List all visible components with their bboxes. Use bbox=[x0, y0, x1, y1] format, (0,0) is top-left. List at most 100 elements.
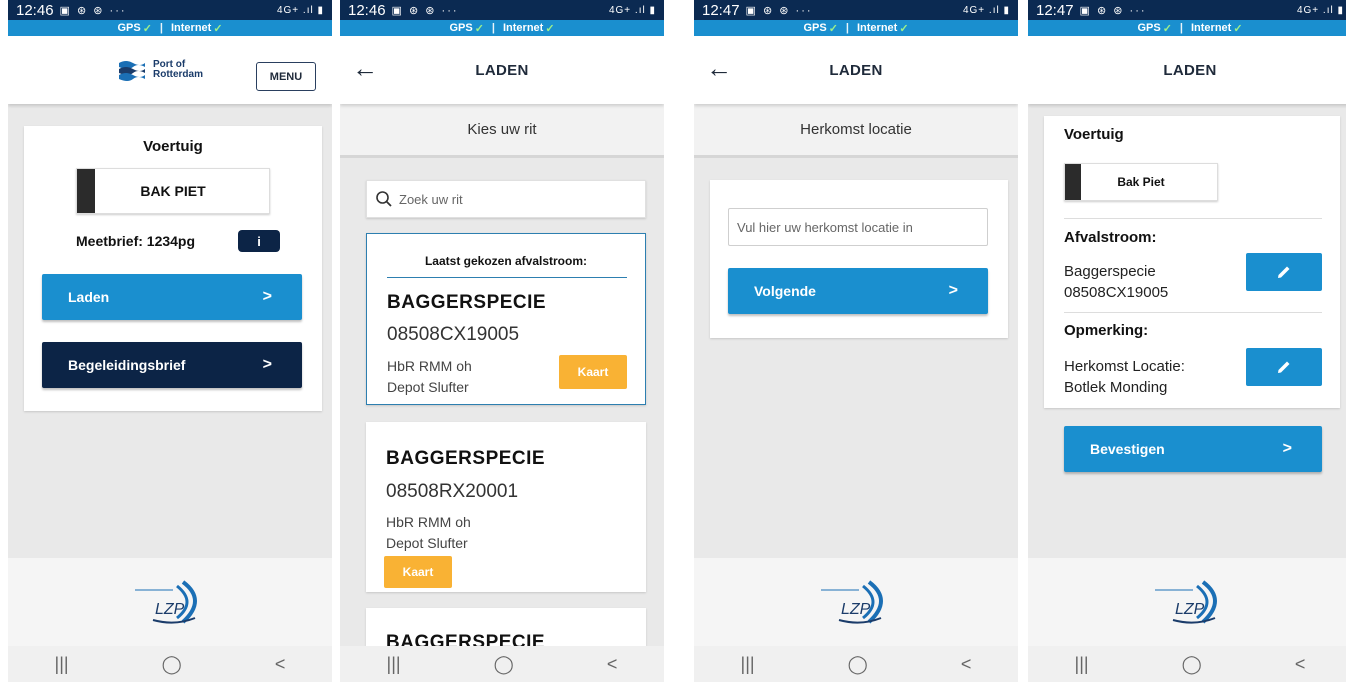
back-icon[interactable]: < bbox=[961, 654, 972, 675]
ride-destination: Depot Slufter bbox=[387, 379, 469, 395]
home-icon[interactable]: ◯ bbox=[494, 654, 514, 675]
page-title: LADEN bbox=[1163, 61, 1217, 79]
begeleidingsbrief-button[interactable]: Begeleidingsbrief > bbox=[42, 342, 302, 388]
ride-type: BAGGERSPECIE bbox=[386, 448, 546, 469]
recent-apps-icon[interactable]: ||| bbox=[741, 654, 755, 675]
vehicle-heading: Voertuig bbox=[1064, 126, 1124, 143]
phone-screen-home: 12:46 ▣ ⊛ ⊛ ··· 4G+ .ıl ▮ GPS ✓ | Interne… bbox=[8, 0, 332, 682]
footer: LZP bbox=[8, 558, 332, 646]
ride-origin: HbR RMM oh bbox=[387, 358, 472, 374]
lzp-logo: LZP bbox=[821, 580, 883, 624]
screenshot-collage: 12:46 ▣ ⊛ ⊛ ··· 4G+ .ıl ▮ GPS ✓ | Interne… bbox=[0, 0, 1346, 682]
android-nav-bar: ||| ◯ < bbox=[8, 646, 332, 682]
ride-card[interactable]: BAGGERSPECIE 08508RX20001 HbR RMM oh Dep… bbox=[366, 422, 646, 592]
volgende-button[interactable]: Volgende > bbox=[728, 268, 988, 314]
home-icon[interactable]: ◯ bbox=[162, 654, 182, 675]
back-icon[interactable]: < bbox=[275, 654, 286, 675]
status-time: 12:46 bbox=[16, 1, 54, 19]
pencil-icon bbox=[1278, 361, 1290, 373]
vehicle-name: Bak Piet bbox=[1117, 175, 1165, 189]
recent-apps-icon[interactable]: ||| bbox=[1075, 654, 1089, 675]
back-arrow-icon[interactable]: ← bbox=[352, 55, 378, 81]
meetbrief-text: Meetbrief: 1234pg bbox=[76, 233, 196, 249]
ride-card-last-chosen[interactable]: Laatst gekozen afvalstroom: BAGGERSPECIE… bbox=[366, 233, 646, 405]
page-title: LADEN bbox=[829, 61, 883, 79]
status-bar: 12:46 ▣ ⊛ ⊛ ··· 4G+ .ıl ▮ GPS ✓ | Interne… bbox=[340, 0, 664, 36]
vehicle-color-bar bbox=[77, 169, 95, 213]
gps-check-icon: ✓ bbox=[1162, 22, 1172, 35]
status-bar: 12:47 ▣ ⊛ ⊛ ··· 4G+ .ıl ▮ GPS ✓ | Interne… bbox=[1028, 0, 1346, 36]
search-input[interactable]: Zoek uw rit bbox=[366, 180, 646, 218]
ride-type: BAGGERSPECIE bbox=[387, 292, 547, 313]
vehicle-heading: Voertuig bbox=[143, 138, 203, 155]
menu-button[interactable]: MENU bbox=[256, 62, 316, 91]
signal-battery-icon: 4G+ .ıl ▮ bbox=[276, 4, 324, 16]
gps-check-icon: ✓ bbox=[474, 22, 484, 35]
search-placeholder: Zoek uw rit bbox=[399, 191, 463, 207]
gps-label: GPS bbox=[1137, 22, 1161, 34]
internet-check-icon: ✓ bbox=[545, 22, 555, 35]
status-bar: 12:47 ▣ ⊛ ⊛ ··· 4G+ .ıl ▮ GPS ✓ | Interne… bbox=[694, 0, 1018, 36]
bevestigen-label: Bevestigen bbox=[1090, 441, 1165, 457]
divider bbox=[1064, 312, 1322, 313]
vehicle-selector[interactable]: BAK PIET bbox=[76, 168, 270, 214]
ride-type: BAGGERSPECIE bbox=[386, 632, 546, 646]
android-nav-bar: ||| ◯ < bbox=[340, 646, 664, 682]
separator: | bbox=[845, 22, 849, 34]
back-icon[interactable]: < bbox=[607, 654, 618, 675]
phone-screen-bevestigen: 12:47 ▣ ⊛ ⊛ ··· 4G+ .ıl ▮ GPS ✓ | Interne… bbox=[1028, 0, 1346, 682]
logo-line-2: Rotterdam bbox=[152, 69, 203, 80]
search-icon bbox=[376, 191, 392, 207]
chevron-right-icon: > bbox=[262, 356, 272, 373]
edit-opmerking-button[interactable] bbox=[1246, 348, 1322, 386]
recent-apps-icon[interactable]: ||| bbox=[55, 654, 69, 675]
phone-screen-herkomst: 12:47 ▣ ⊛ ⊛ ··· 4G+ .ıl ▮ GPS ✓ | Interne… bbox=[694, 0, 1018, 682]
vehicle-color-bar bbox=[1065, 164, 1081, 200]
status-time: 12:47 bbox=[1036, 1, 1074, 19]
back-icon[interactable]: < bbox=[1295, 654, 1306, 675]
vehicle-selector[interactable]: Bak Piet bbox=[1064, 163, 1218, 201]
internet-check-icon: ✓ bbox=[213, 22, 223, 35]
chevron-right-icon: > bbox=[948, 282, 958, 299]
connection-status: GPS ✓ | Internet ✓ bbox=[340, 20, 664, 36]
footer: LZP bbox=[1028, 558, 1346, 646]
phone-screen-kies-rit: 12:46 ▣ ⊛ ⊛ ··· 4G+ .ıl ▮ GPS ✓ | Interne… bbox=[340, 0, 664, 682]
android-nav-bar: ||| ◯ < bbox=[1028, 646, 1346, 682]
home-icon[interactable]: ◯ bbox=[848, 654, 868, 675]
status-time: 12:47 bbox=[702, 1, 740, 19]
port-of-rotterdam-logo: Port of Rotterdam bbox=[117, 59, 203, 81]
gps-label: GPS bbox=[117, 22, 141, 34]
kaart-button[interactable]: Kaart bbox=[384, 556, 452, 588]
recent-apps-icon[interactable]: ||| bbox=[387, 654, 401, 675]
subheading: Kies uw rit bbox=[340, 104, 664, 158]
vehicle-name: BAK PIET bbox=[140, 183, 206, 199]
home-icon[interactable]: ◯ bbox=[1182, 654, 1202, 675]
internet-check-icon: ✓ bbox=[1233, 22, 1243, 35]
summary-card: Voertuig Bak Piet Afvalstroom: Baggerspe… bbox=[1044, 116, 1340, 408]
opmerking-value: Botlek Monding bbox=[1064, 379, 1168, 396]
divider bbox=[387, 277, 627, 278]
subheading: Herkomst locatie bbox=[694, 104, 1018, 158]
signal-battery-icon: 4G+ .ıl ▮ bbox=[1296, 4, 1344, 16]
herkomst-input[interactable]: Vul hier uw herkomst locatie in bbox=[728, 208, 988, 246]
ride-card[interactable]: BAGGERSPECIE bbox=[366, 608, 646, 646]
connection-status: GPS ✓ | Internet ✓ bbox=[1028, 20, 1346, 36]
signal-battery-icon: 4G+ .ıl ▮ bbox=[962, 4, 1010, 16]
app-header: Port of Rotterdam MENU bbox=[8, 36, 332, 104]
separator: | bbox=[491, 22, 495, 34]
info-button[interactable]: i bbox=[238, 230, 280, 252]
notification-icons: ▣ ⊛ ⊛ ··· bbox=[1079, 4, 1147, 17]
kaart-button[interactable]: Kaart bbox=[559, 355, 627, 389]
ride-code: 08508CX19005 bbox=[387, 324, 520, 345]
lzp-logo: LZP bbox=[135, 580, 197, 624]
notification-icons: ▣ ⊛ ⊛ ··· bbox=[59, 4, 127, 17]
back-arrow-icon[interactable]: ← bbox=[706, 55, 732, 81]
chevron-right-icon: > bbox=[1282, 440, 1292, 457]
laden-button[interactable]: Laden > bbox=[42, 274, 302, 320]
bevestigen-button[interactable]: Bevestigen > bbox=[1064, 426, 1322, 472]
afvalstroom-type: Baggerspecie bbox=[1064, 263, 1156, 280]
edit-afvalstroom-button[interactable] bbox=[1246, 253, 1322, 291]
ride-code: 08508RX20001 bbox=[386, 481, 519, 502]
gps-label: GPS bbox=[449, 22, 473, 34]
last-chosen-label: Laatst gekozen afvalstroom: bbox=[424, 254, 588, 268]
